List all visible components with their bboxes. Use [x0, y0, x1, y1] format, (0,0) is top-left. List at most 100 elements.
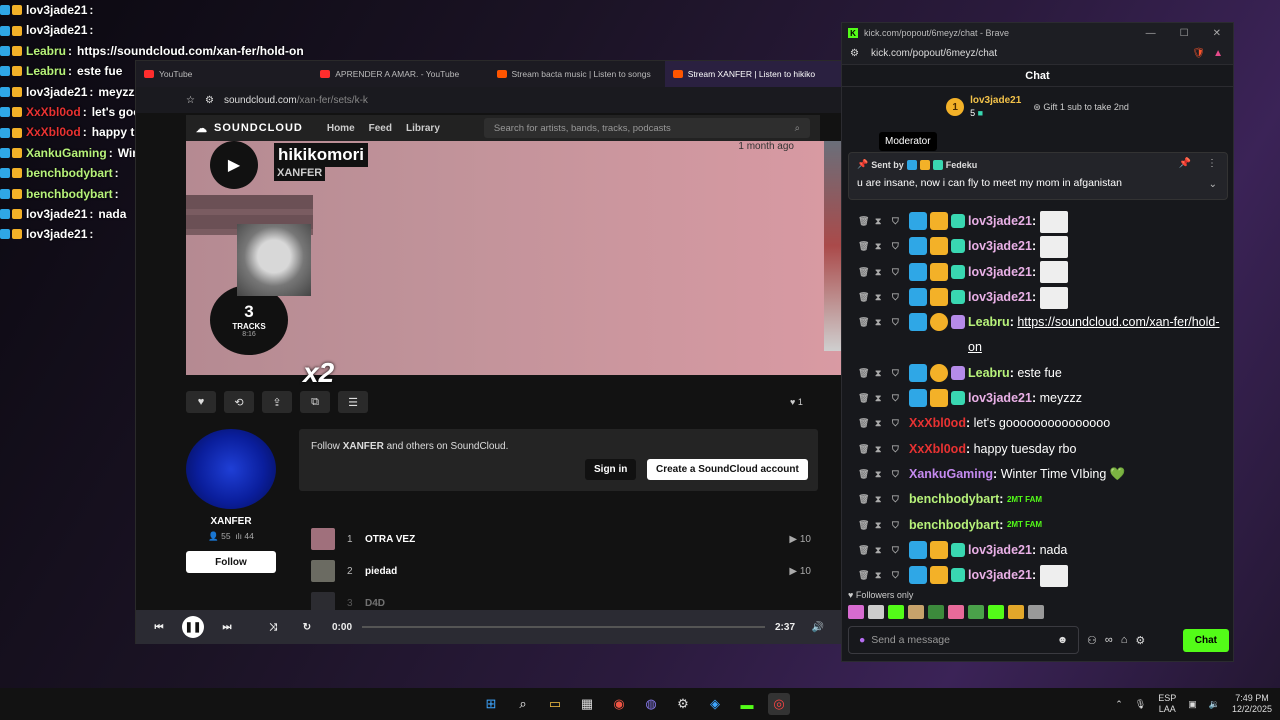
timeout-icon[interactable]: ⧗ — [875, 310, 889, 335]
search-taskbar-icon[interactable]: ⌕ — [512, 693, 534, 715]
volume-tray-icon[interactable]: 🔉 — [1209, 699, 1220, 710]
bookmark-icon[interactable]: ☆ — [186, 95, 195, 106]
track-title[interactable]: piedad — [365, 566, 789, 577]
timeout-icon[interactable]: ⧗ — [875, 285, 889, 310]
chat-username[interactable]: benchbodybart — [909, 492, 999, 506]
file-explorer-icon[interactable]: ▭ — [544, 693, 566, 715]
timeout-icon[interactable]: ⧗ — [875, 487, 889, 512]
discord-icon[interactable]: ◍ — [640, 693, 662, 715]
play-button[interactable]: ▶ — [210, 141, 258, 189]
chat-username[interactable]: lov3jade21 — [968, 239, 1032, 253]
shield-icon[interactable]: ⛉ — [892, 260, 906, 285]
shield-icon[interactable]: ⛉ — [892, 386, 906, 411]
shield-icon[interactable]: ⛉ — [892, 513, 906, 538]
delete-icon[interactable]: 🗑 — [858, 386, 872, 411]
message-input[interactable]: ● Send a message ☻ — [848, 626, 1079, 654]
shield-icon[interactable]: ⛉ — [892, 285, 906, 310]
repost-button[interactable]: ⟲ — [224, 391, 254, 413]
mic-icon[interactable]: ● — [859, 634, 865, 646]
track-title[interactable]: OTRA VEZ — [365, 534, 789, 545]
emote-8[interactable] — [988, 605, 1004, 619]
chrome-taskbar-icon[interactable]: ◉ — [608, 693, 630, 715]
nav-feed[interactable]: Feed — [369, 123, 392, 134]
top-gifter-name[interactable]: lov3jade21 — [970, 95, 1021, 107]
browser-tab[interactable]: APRENDER A AMAR. - YouTube — [312, 61, 488, 87]
network-icon[interactable]: ▣ — [1188, 699, 1197, 710]
kick-address-bar[interactable]: ⚙ kick.com/popout/6meyz/chat 🛡 ▲ — [842, 43, 1233, 65]
timeout-icon[interactable]: ⧗ — [875, 234, 889, 259]
steam-icon[interactable]: ⚙ — [672, 693, 694, 715]
delete-icon[interactable]: 🗑 — [858, 209, 872, 234]
chat-username[interactable]: lov3jade21 — [968, 265, 1032, 279]
emote-9[interactable] — [1008, 605, 1024, 619]
track-row[interactable]: 2 piedad ▶ 10 — [311, 555, 811, 587]
previous-button[interactable]: ⏮ — [148, 616, 170, 638]
timeout-icon[interactable]: ⧗ — [875, 563, 889, 588]
emote-1[interactable] — [848, 605, 864, 619]
timeout-icon[interactable]: ⧗ — [875, 513, 889, 538]
browser-taskbar-icon[interactable]: ◎ — [768, 693, 790, 715]
shield-icon[interactable]: ⛉ — [892, 411, 906, 436]
shuffle-button[interactable]: ⤨ — [262, 616, 284, 638]
emoji-icon[interactable]: ☻ — [1057, 634, 1068, 646]
shield-icon[interactable]: ⛉ — [892, 361, 906, 386]
store-taskbar-icon[interactable]: ▦ — [576, 693, 598, 715]
delete-icon[interactable]: 🗑 — [858, 234, 872, 259]
unpin-icon[interactable]: 📌 — [1179, 158, 1191, 169]
timeout-icon[interactable]: ⧗ — [875, 462, 889, 487]
chevron-up-icon[interactable]: ⌃ — [1115, 699, 1123, 710]
delete-icon[interactable]: 🗑 — [858, 310, 872, 335]
brave-shield-icon[interactable]: 🛡 — [1192, 48, 1205, 59]
emote-7[interactable] — [968, 605, 984, 619]
send-chat-button[interactable]: Chat — [1182, 628, 1229, 652]
settings-icon[interactable]: ⚙ — [1135, 634, 1145, 647]
browser-tab[interactable]: YouTube — [136, 61, 312, 87]
site-settings-icon[interactable]: ⚙ — [850, 48, 859, 59]
timeout-icon[interactable]: ⧗ — [875, 411, 889, 436]
shield-icon[interactable]: ⛉ — [892, 462, 906, 487]
shield-icon[interactable]: ⛉ — [892, 563, 906, 588]
brave-rewards-icon[interactable]: ▲ — [1213, 48, 1223, 59]
address-bar[interactable]: ☆ ⚙ soundcloud.com/xan-fer/sets/k-k — [136, 87, 841, 113]
volume-button[interactable]: 🔊 — [807, 616, 829, 638]
create-account-button[interactable]: Create a SoundCloud account — [647, 459, 808, 480]
delete-icon[interactable]: 🗑 — [858, 513, 872, 538]
timeout-icon[interactable]: ⧗ — [875, 260, 889, 285]
timeout-icon[interactable]: ⧗ — [875, 209, 889, 234]
language-indicator[interactable]: ESP LAA — [1158, 693, 1176, 715]
follow-button[interactable]: Follow — [186, 551, 276, 573]
chat-username[interactable]: Leabru — [968, 366, 1010, 380]
chat-username[interactable]: XxXbl0od — [909, 442, 966, 456]
microphone-icon[interactable]: 🎙 — [1135, 699, 1146, 710]
browser-tab[interactable]: Stream XANFER | Listen to hikiko — [664, 61, 841, 87]
playlist-artist[interactable]: XANFER — [274, 165, 326, 181]
search-input[interactable]: Search for artists, bands, tracks, podca… — [483, 118, 810, 138]
copy-link-button[interactable]: ⧉ — [300, 391, 330, 413]
chat-username[interactable]: lov3jade21 — [968, 290, 1032, 304]
shield-icon[interactable]: ⛉ — [892, 437, 906, 462]
windows-start-icon[interactable]: ⊞ — [480, 693, 502, 715]
chat-username[interactable]: XxXbl0od — [909, 416, 966, 430]
clock[interactable]: 7:49 PM 12/2/2025 — [1232, 693, 1272, 715]
avatar[interactable] — [186, 429, 276, 509]
users-icon[interactable]: ⚇ — [1087, 634, 1097, 647]
store-icon[interactable]: ⌂ — [1121, 634, 1128, 646]
kick-taskbar-icon[interactable]: ▬ — [736, 693, 758, 715]
chat-username[interactable]: benchbodybart — [909, 518, 999, 532]
next-button[interactable]: ⏭ — [216, 616, 238, 638]
timeout-icon[interactable]: ⧗ — [875, 538, 889, 563]
delete-icon[interactable]: 🗑 — [858, 563, 872, 588]
track-row[interactable]: 1 OTRA VEZ ▶ 10 — [311, 523, 811, 555]
shield-icon[interactable]: ⛉ — [892, 487, 906, 512]
emote-6[interactable] — [948, 605, 964, 619]
track-title[interactable]: D4D — [365, 598, 811, 609]
delete-icon[interactable]: 🗑 — [858, 260, 872, 285]
delete-icon[interactable]: 🗑 — [858, 411, 872, 436]
soundcloud-logo[interactable]: ☁ SOUNDCLOUD — [196, 122, 303, 135]
user-name[interactable]: XANFER — [186, 516, 276, 527]
chat-username[interactable]: XankuGaming — [909, 467, 993, 481]
emote-4[interactable] — [908, 605, 924, 619]
timeout-icon[interactable]: ⧗ — [875, 437, 889, 462]
app-icon[interactable]: ◈ — [704, 693, 726, 715]
delete-icon[interactable]: 🗑 — [858, 487, 872, 512]
